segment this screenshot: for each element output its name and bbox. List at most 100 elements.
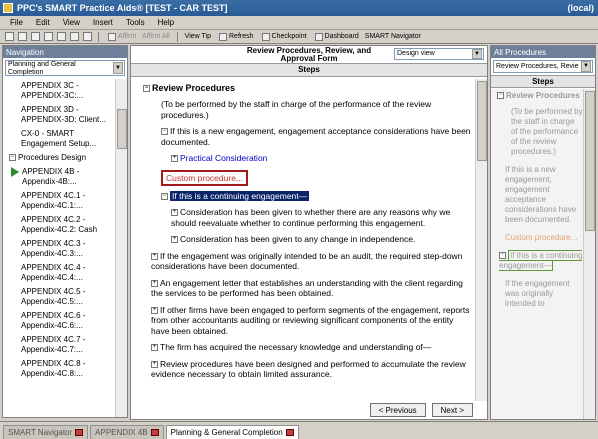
chevron-down-icon[interactable]: ▼ [113, 62, 123, 74]
checkpoint-button[interactable]: Checkpoint [260, 32, 307, 41]
menu-help[interactable]: Help [158, 18, 174, 27]
paste-icon[interactable] [70, 32, 79, 41]
collapse-icon[interactable]: − [161, 192, 168, 200]
step-independence[interactable]: + Consideration has been given to any cha… [171, 234, 473, 245]
navigation-scrollbar[interactable] [115, 79, 127, 417]
next-button[interactable]: Next > [431, 403, 473, 417]
step-other-firms[interactable]: + If other firms have been engaged to per… [151, 305, 473, 337]
practical-consideration-link[interactable]: Practical Consideration [180, 153, 267, 163]
view-tip-button[interactable]: View Tip [185, 33, 211, 40]
outline-section[interactable]: − Review Procedures [497, 91, 583, 101]
procedures-select[interactable]: Review Procedures, Revie ▼ [493, 60, 593, 73]
tab-planning-general-completion[interactable]: Planning & General Completion [165, 425, 299, 439]
outline-continuing-label: If this is a continuing engagement— [499, 250, 583, 271]
nav-item-appendix-3c[interactable]: APPENDIX 3C - APPENDIX-3C:... [3, 79, 115, 103]
expand-icon[interactable]: + [151, 252, 158, 260]
nav-item-appendix-4c1[interactable]: APPENDIX 4C.1 - Appendix-4C.1:... [3, 189, 115, 213]
affirm-all-button[interactable]: Affirm All [142, 33, 170, 40]
outline-custom-procedure[interactable]: Custom procedure... [505, 233, 583, 243]
outline-new-engagement[interactable]: If this is a new engagement, engagement … [505, 165, 583, 225]
expand-icon[interactable]: + [151, 306, 158, 314]
custom-procedure[interactable]: Custom procedure... [161, 169, 249, 186]
step-audit[interactable]: + If the engagement was originally intend… [151, 251, 473, 272]
step-text-selected: If this is a continuing engagement— [170, 190, 310, 201]
expand-icon[interactable]: + [151, 279, 158, 287]
new-icon[interactable] [5, 32, 14, 41]
dashboard-button[interactable]: Dashboard [313, 32, 359, 41]
expand-icon[interactable]: + [171, 236, 178, 244]
nav-group-procedures-design[interactable]: − Procedures Design [3, 151, 115, 165]
affirm-button[interactable]: Affirm [106, 32, 136, 41]
view-select[interactable]: Design view ▼ [394, 48, 484, 60]
expand-icon[interactable]: + [499, 252, 506, 260]
print-icon[interactable] [44, 32, 53, 41]
step-engagement-letter[interactable]: + An engagement letter that establishes a… [151, 278, 473, 299]
dashboard-icon [314, 32, 323, 41]
right-scrollbar[interactable] [583, 89, 595, 419]
menu-edit[interactable]: Edit [36, 18, 50, 27]
section-title[interactable]: − Review Procedures [143, 83, 473, 93]
menu-file[interactable]: File [10, 18, 23, 27]
tab-label: SMART Navigator [8, 428, 73, 437]
step-continuing-engagement[interactable]: − If this is a continuing engagement— [161, 190, 473, 202]
tab-appendix-4b[interactable]: APPENDIX 4B [90, 425, 164, 439]
nav-item-label: APPENDIX 4C.3 - [21, 239, 86, 249]
nav-item-appendix-4c6[interactable]: APPENDIX 4C.6 - Appendix-4C.6:... [3, 309, 115, 333]
menu-insert[interactable]: Insert [93, 18, 113, 27]
menu-view[interactable]: View [63, 18, 80, 27]
affirm-icon [108, 32, 116, 41]
chevron-down-icon[interactable]: ▼ [472, 49, 482, 59]
outline-audit[interactable]: If the engagement was originally intende… [505, 279, 583, 309]
scroll-thumb[interactable] [477, 81, 487, 161]
expand-icon[interactable]: + [171, 209, 178, 217]
nav-item-appendix-3d[interactable]: APPENDIX 3D - APPENDIX-3D: Client... [3, 103, 115, 127]
nav-item-appendix-4b[interactable]: APPENDIX 4B - Appendix-4B:... [3, 165, 115, 189]
nav-item-appendix-4c5[interactable]: APPENDIX 4C.5 - Appendix-4C.5:... [3, 285, 115, 309]
smart-navigator-button[interactable]: SMART Navigator [365, 33, 421, 40]
save-icon[interactable] [31, 32, 40, 41]
tab-smart-navigator[interactable]: SMART Navigator [3, 425, 89, 439]
nav-item-appendix-4c8[interactable]: APPENDIX 4C.8 - Appendix-4C.8:... [3, 357, 115, 381]
expand-icon[interactable]: + [151, 360, 158, 368]
close-icon[interactable] [75, 429, 84, 436]
refresh-button[interactable]: Refresh [217, 32, 254, 41]
expand-icon[interactable]: + [171, 155, 178, 163]
nav-item-appendix-4c2[interactable]: APPENDIX 4C.2 - Appendix-4C.2: Cash [3, 213, 115, 237]
close-icon[interactable] [150, 429, 159, 436]
intro-text: (To be performed by the staff in charge … [161, 99, 432, 120]
previous-button[interactable]: < Previous [369, 403, 426, 417]
main-scrollbar[interactable] [475, 79, 487, 401]
step-knowledge[interactable]: + The firm has acquired the necessary kno… [151, 342, 473, 353]
navigation-buttons: < Previous Next > [364, 403, 473, 417]
expand-icon[interactable]: + [151, 344, 158, 352]
practical-consideration[interactable]: + Practical Consideration [171, 153, 473, 164]
step-accumulate-evidence[interactable]: + Review procedures have been designed an… [151, 359, 473, 380]
navigation-select[interactable]: Planning and General Completion ▼ [5, 60, 125, 76]
nav-item-sublabel: Appendix-4C.1:... [21, 201, 83, 211]
copy-icon[interactable] [57, 32, 66, 41]
collapse-icon[interactable]: − [497, 92, 504, 100]
toolbar-separator [98, 31, 99, 42]
nav-item-sublabel: Appendix-4C.2: Cash [21, 225, 98, 235]
collapse-icon[interactable]: − [161, 128, 168, 136]
step-reevaluate[interactable]: + Consideration has been given to whether… [171, 207, 473, 228]
open-icon[interactable] [18, 32, 27, 41]
scroll-thumb[interactable] [117, 109, 127, 149]
nav-item-appendix-4c3[interactable]: APPENDIX 4C.3 - Appendix-4C.3:... [3, 237, 115, 261]
nav-item-label: APPENDIX 4C.2 - [21, 215, 86, 225]
nav-item-cx-0[interactable]: CX-0 - SMART Engagement Setup... [3, 127, 115, 151]
outline-continuing[interactable]: + If this is a continuing engagement— [499, 250, 583, 271]
nav-item-appendix-4c4[interactable]: APPENDIX 4C.4 - Appendix-4C.4:... [3, 261, 115, 285]
nav-item-sublabel: Appendix-4C.4:... [21, 273, 83, 283]
nav-item-label: APPENDIX 4C.5 - [21, 287, 86, 297]
step-new-engagement[interactable]: − If this is a new engagement, engagement… [161, 126, 473, 147]
nav-item-appendix-4c7[interactable]: APPENDIX 4C.7 - Appendix-4C.7:... [3, 333, 115, 357]
chevron-down-icon[interactable]: ▼ [581, 61, 591, 72]
scroll-thumb[interactable] [585, 91, 595, 231]
menu-tools[interactable]: Tools [126, 18, 145, 27]
collapse-icon[interactable]: − [143, 85, 150, 93]
nav-item-sublabel: Appendix-4C.6:... [21, 321, 83, 331]
close-icon[interactable] [285, 429, 294, 436]
help-icon[interactable] [83, 32, 92, 41]
collapse-icon[interactable]: − [9, 154, 16, 162]
